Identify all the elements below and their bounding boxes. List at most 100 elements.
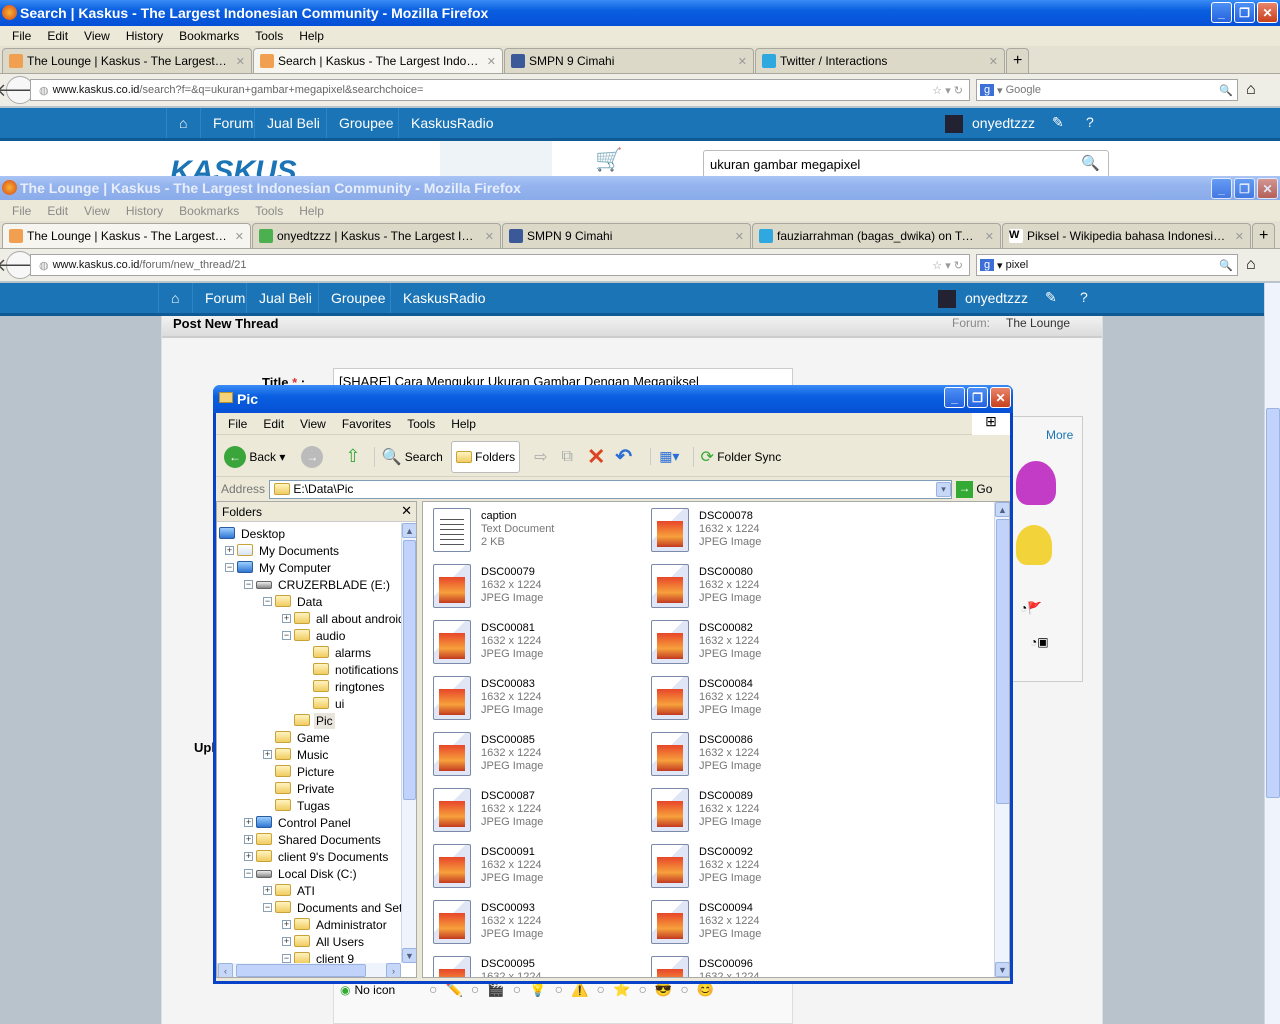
- close-tab-icon[interactable]: ✕: [485, 230, 494, 243]
- tree-item[interactable]: ui: [217, 695, 401, 712]
- views-icon[interactable]: ▦▾: [650, 448, 679, 465]
- menu-file[interactable]: File: [4, 204, 39, 218]
- tree-item[interactable]: − audio: [217, 627, 401, 644]
- maximize-button[interactable]: ❐: [1234, 178, 1255, 199]
- menu-history[interactable]: History: [118, 204, 171, 218]
- collapse-icon[interactable]: −: [282, 954, 291, 963]
- tree-item[interactable]: − My Computer: [217, 559, 401, 576]
- file-item[interactable]: DSC00094 1632 x 1224 JPEG Image: [651, 898, 861, 950]
- file-item[interactable]: DSC00079 1632 x 1224 JPEG Image: [433, 562, 643, 614]
- menu-view[interactable]: View: [292, 417, 334, 431]
- file-item[interactable]: DSC00089 1632 x 1224 JPEG Image: [651, 786, 861, 838]
- tab[interactable]: SMPN 9 Cimahi ✕: [504, 48, 754, 73]
- nav-kaskusradio[interactable]: KaskusRadio: [398, 108, 506, 138]
- close-pane-icon[interactable]: ✕: [401, 503, 412, 519]
- menu-help[interactable]: Help: [291, 29, 332, 43]
- file-item[interactable]: DSC00084 1632 x 1224 JPEG Image: [651, 674, 861, 726]
- menu-history[interactable]: History: [118, 29, 171, 43]
- maximize-button[interactable]: ❐: [967, 387, 988, 408]
- menu-view[interactable]: View: [76, 204, 118, 218]
- expand-icon[interactable]: +: [282, 920, 291, 929]
- file-item[interactable]: DSC00082 1632 x 1224 JPEG Image: [651, 618, 861, 670]
- menu-bookmarks[interactable]: Bookmarks: [171, 204, 247, 218]
- file-item[interactable]: DSC00087 1632 x 1224 JPEG Image: [433, 786, 643, 838]
- minimize-button[interactable]: _: [1211, 2, 1232, 23]
- close-button[interactable]: ✕: [1257, 2, 1278, 23]
- nav-groupee[interactable]: Groupee: [318, 283, 397, 313]
- menu-edit[interactable]: Edit: [255, 417, 292, 431]
- minimize-button[interactable]: _: [944, 387, 965, 408]
- files-vscrollbar[interactable]: ▲ ▼: [994, 502, 1009, 977]
- page-scrollbar[interactable]: [1264, 283, 1280, 1024]
- menu-favorites[interactable]: Favorites: [334, 417, 399, 431]
- home-icon[interactable]: ⌂: [166, 108, 199, 138]
- menu-file[interactable]: File: [4, 29, 39, 43]
- tree-hscrollbar[interactable]: ‹ ›: [217, 963, 401, 977]
- collapse-icon[interactable]: −: [263, 903, 272, 912]
- tree-item[interactable]: + My Documents: [217, 542, 401, 559]
- back-button[interactable]: ← Back ▾: [224, 445, 285, 468]
- pencil-icon[interactable]: ✎: [1052, 114, 1064, 131]
- minimize-button[interactable]: _: [1211, 178, 1232, 199]
- go-button[interactable]: → Go: [956, 480, 992, 498]
- expand-icon[interactable]: +: [263, 750, 272, 759]
- help-icon[interactable]: ?: [1080, 289, 1088, 305]
- close-tab-icon[interactable]: ✕: [1235, 230, 1244, 243]
- file-item[interactable]: DSC00086 1632 x 1224 JPEG Image: [651, 730, 861, 782]
- tree-item[interactable]: + Administrator: [217, 916, 401, 933]
- tree-item[interactable]: + ATI: [217, 882, 401, 899]
- web-search-box[interactable]: g ▾ pixel 🔍: [976, 254, 1238, 276]
- menu-view[interactable]: View: [76, 29, 118, 43]
- web-search-box[interactable]: g ▾ Google 🔍: [976, 79, 1238, 101]
- menu-help[interactable]: Help: [443, 417, 484, 431]
- menu-bookmarks[interactable]: Bookmarks: [171, 29, 247, 43]
- forward-button[interactable]: →: [301, 445, 324, 468]
- expand-icon[interactable]: +: [244, 852, 253, 861]
- menu-file[interactable]: File: [220, 417, 255, 431]
- tree-item[interactable]: Private: [217, 780, 401, 797]
- close-tab-icon[interactable]: ✕: [989, 55, 998, 68]
- close-tab-icon[interactable]: ✕: [735, 230, 744, 243]
- tree-item[interactable]: Picture: [217, 763, 401, 780]
- tab[interactable]: Search | Kaskus - The Largest Indonesia.…: [253, 48, 503, 73]
- file-item[interactable]: DSC00093 1632 x 1224 JPEG Image: [433, 898, 643, 950]
- address-input[interactable]: E:\Data\Pic ▾: [269, 479, 953, 499]
- tree-item[interactable]: Desktop: [217, 525, 401, 542]
- explorer-titlebar[interactable]: Pic _ ❐ ✕: [213, 385, 1013, 413]
- smiley-icon[interactable]: [1016, 461, 1056, 505]
- file-item[interactable]: DSC00083 1632 x 1224 JPEG Image: [433, 674, 643, 726]
- file-item[interactable]: DSC000961632 x 1224JPEG Image: [651, 954, 861, 977]
- home-icon[interactable]: ⌂: [1246, 256, 1256, 274]
- smiley-icon[interactable]: ◔🚩: [1020, 601, 1042, 615]
- tree-item[interactable]: + All Users: [217, 933, 401, 950]
- menu-tools[interactable]: Tools: [247, 29, 291, 43]
- tree-item[interactable]: Game: [217, 729, 401, 746]
- collapse-icon[interactable]: −: [244, 869, 253, 878]
- avatar[interactable]: [945, 115, 963, 133]
- new-tab-button[interactable]: +: [1252, 223, 1276, 248]
- bookmark-star-icon[interactable]: ☆ ▾ ↻: [932, 84, 963, 97]
- delete-icon[interactable]: ✕: [587, 444, 605, 470]
- nav-groupee[interactable]: Groupee: [326, 108, 405, 138]
- help-icon[interactable]: ?: [1086, 114, 1094, 130]
- search-icon[interactable]: 🔍: [1219, 84, 1233, 97]
- avatar[interactable]: [938, 290, 956, 308]
- new-tab-button[interactable]: +: [1006, 48, 1030, 73]
- tree-item[interactable]: + Shared Documents: [217, 831, 401, 848]
- file-item[interactable]: caption Text Document 2 KB: [433, 506, 643, 558]
- smiley-icon[interactable]: [1016, 525, 1052, 565]
- expand-icon[interactable]: +: [282, 614, 291, 623]
- no-icon-radio[interactable]: ◉ No icon: [340, 983, 395, 997]
- cart-icon[interactable]: 🛒: [595, 147, 622, 173]
- tree-item[interactable]: notifications: [217, 661, 401, 678]
- search-icon[interactable]: 🔍: [1219, 259, 1233, 272]
- forum-icon[interactable]: [440, 141, 552, 176]
- collapse-icon[interactable]: −: [263, 597, 272, 606]
- collapse-icon[interactable]: −: [244, 580, 253, 589]
- smiley-icon[interactable]: ◔▣: [1030, 635, 1049, 649]
- more-link[interactable]: More: [1046, 428, 1073, 442]
- username[interactable]: onyedtzzz: [965, 290, 1028, 306]
- collapse-icon[interactable]: −: [282, 631, 291, 640]
- url-bar[interactable]: ◍ www.kaskus.co.id/forum/new_thread/21 ☆ ▾…: [30, 254, 970, 276]
- expand-icon[interactable]: +: [282, 937, 291, 946]
